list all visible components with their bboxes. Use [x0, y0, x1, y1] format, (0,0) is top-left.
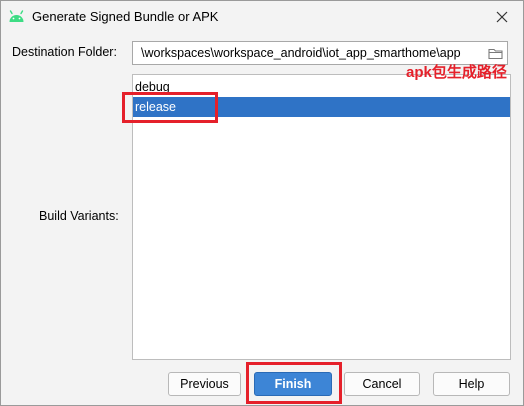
previous-button[interactable]: Previous — [168, 372, 241, 396]
release-highlight-box — [122, 92, 218, 123]
apk-path-annotation: apk包生成路径 — [406, 64, 507, 81]
destination-folder-value: \workspaces\workspace_android\iot_app_sm… — [141, 46, 461, 60]
title-bar: Generate Signed Bundle or APK — [1, 1, 523, 33]
help-button[interactable]: Help — [433, 372, 510, 396]
folder-icon[interactable] — [488, 47, 504, 60]
cancel-button[interactable]: Cancel — [344, 372, 420, 396]
destination-folder-label: Destination Folder: — [12, 45, 117, 59]
close-button[interactable] — [491, 6, 513, 28]
generate-signed-apk-dialog: Generate Signed Bundle or APK Destinatio… — [0, 0, 524, 406]
finish-highlight-box — [246, 362, 342, 404]
close-icon — [496, 11, 508, 23]
android-icon — [8, 9, 25, 23]
build-variants-label: Build Variants: — [39, 209, 119, 223]
window-title: Generate Signed Bundle or APK — [32, 9, 219, 24]
